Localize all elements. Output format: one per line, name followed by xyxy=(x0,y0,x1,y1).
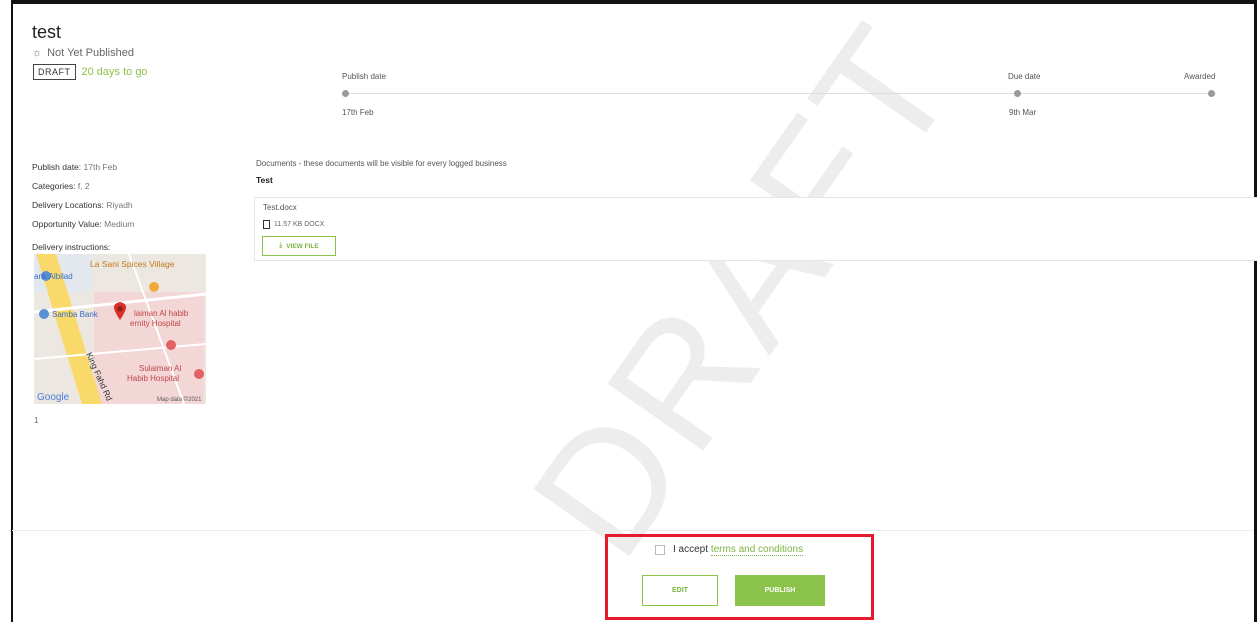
opportunity-details: Publish date: 17th Feb Categories: f, 2 … xyxy=(32,158,134,257)
categories-label: Categories: xyxy=(32,181,76,191)
delivery-locations-label: Delivery Locations: xyxy=(32,200,104,210)
window-left-border xyxy=(0,0,13,622)
map-canvas: La Sani Spices Village ank Albilad Samba… xyxy=(34,254,206,404)
map-label-samba: Samba Bank xyxy=(52,310,99,319)
edit-button[interactable]: EDIT xyxy=(642,575,718,606)
delivery-locations-row: Delivery Locations: Riyadh xyxy=(32,196,134,215)
timeline-label-publish: Publish date xyxy=(342,72,387,81)
download-icon: ⤓ xyxy=(279,242,283,249)
map-label-sulaiman: Sulaiman Al xyxy=(139,364,181,373)
map-label-albilad: ank Albilad xyxy=(34,272,73,281)
publish-date-row: Publish date: 17th Feb xyxy=(32,158,134,177)
map-label-habib: Habib Hospital xyxy=(127,374,179,383)
documents-group-title: Test xyxy=(256,175,273,185)
view-file-label: VIEW FILE xyxy=(286,242,319,250)
window-top-border xyxy=(0,0,1257,4)
document-size: 11.57 KB DOCX xyxy=(274,221,325,228)
file-icon xyxy=(263,220,270,229)
categories-value: f, 2 xyxy=(77,181,90,191)
timeline-label-due: Due date xyxy=(1008,72,1041,81)
delivery-instructions-value: 1 xyxy=(34,416,39,425)
map-label-hospital-2: ernity Hospital xyxy=(130,319,181,328)
document-meta: 11.57 KB DOCX xyxy=(263,220,324,229)
badge-row: DRAFT 20 days to go xyxy=(33,64,148,80)
sun-icon: ☼ xyxy=(32,47,43,59)
categories-row: Categories: f, 2 xyxy=(32,177,134,196)
view-file-button[interactable]: ⤓ VIEW FILE xyxy=(262,236,336,256)
days-remaining: 20 days to go xyxy=(81,66,148,78)
timeline-label-awarded: Awarded xyxy=(1184,72,1216,81)
map-label-credit: Map data ©2021 xyxy=(157,396,202,403)
accept-terms-checkbox[interactable] xyxy=(655,544,665,555)
publish-status: ☼ Not Yet Published xyxy=(32,47,134,59)
opportunity-value-value: Medium xyxy=(104,219,135,229)
map-label-spices: La Sani Spices Village xyxy=(90,259,175,269)
timeline: Publish date 17th Feb Due date 9th Mar A… xyxy=(342,72,1216,122)
status-text: Not Yet Published xyxy=(47,47,134,59)
timeline-dot-awarded xyxy=(1208,90,1215,97)
publish-date-value: 17th Feb xyxy=(83,162,118,172)
delivery-locations-value: Riyadh xyxy=(106,200,133,210)
timeline-dot-due xyxy=(1014,90,1021,97)
timeline-date-due: 9th Mar xyxy=(1009,108,1037,117)
timeline-date-publish: 17th Feb xyxy=(342,108,374,117)
timeline-line xyxy=(346,93,1216,94)
accept-terms-row: I accept terms and conditions xyxy=(655,544,804,556)
map-label-hospital-1: laiman Al habib xyxy=(134,309,189,318)
accept-text-wrap: I accept terms and conditions xyxy=(673,544,804,556)
document-name: Test.docx xyxy=(263,203,297,212)
page-title: test xyxy=(32,22,62,42)
timeline-dot-publish xyxy=(342,90,349,97)
publish-date-label: Publish date: xyxy=(32,162,82,172)
opportunity-value-label: Opportunity Value: xyxy=(32,219,102,229)
documents-heading: Documents - these documents will be visi… xyxy=(256,159,507,168)
opportunity-value-row: Opportunity Value: Medium xyxy=(32,215,134,234)
delivery-map[interactable]: La Sani Spices Village ank Albilad Samba… xyxy=(34,254,206,404)
footer-divider xyxy=(12,530,1254,531)
accept-text: I accept xyxy=(673,544,709,555)
document-card: Test.docx 11.57 KB DOCX ⤓ VIEW FILE xyxy=(254,197,1257,261)
publish-button[interactable]: PUBLISH xyxy=(735,575,825,606)
map-label-google: Google xyxy=(37,392,70,403)
draft-badge: DRAFT xyxy=(33,64,76,80)
terms-link[interactable]: terms and conditions xyxy=(710,544,804,556)
